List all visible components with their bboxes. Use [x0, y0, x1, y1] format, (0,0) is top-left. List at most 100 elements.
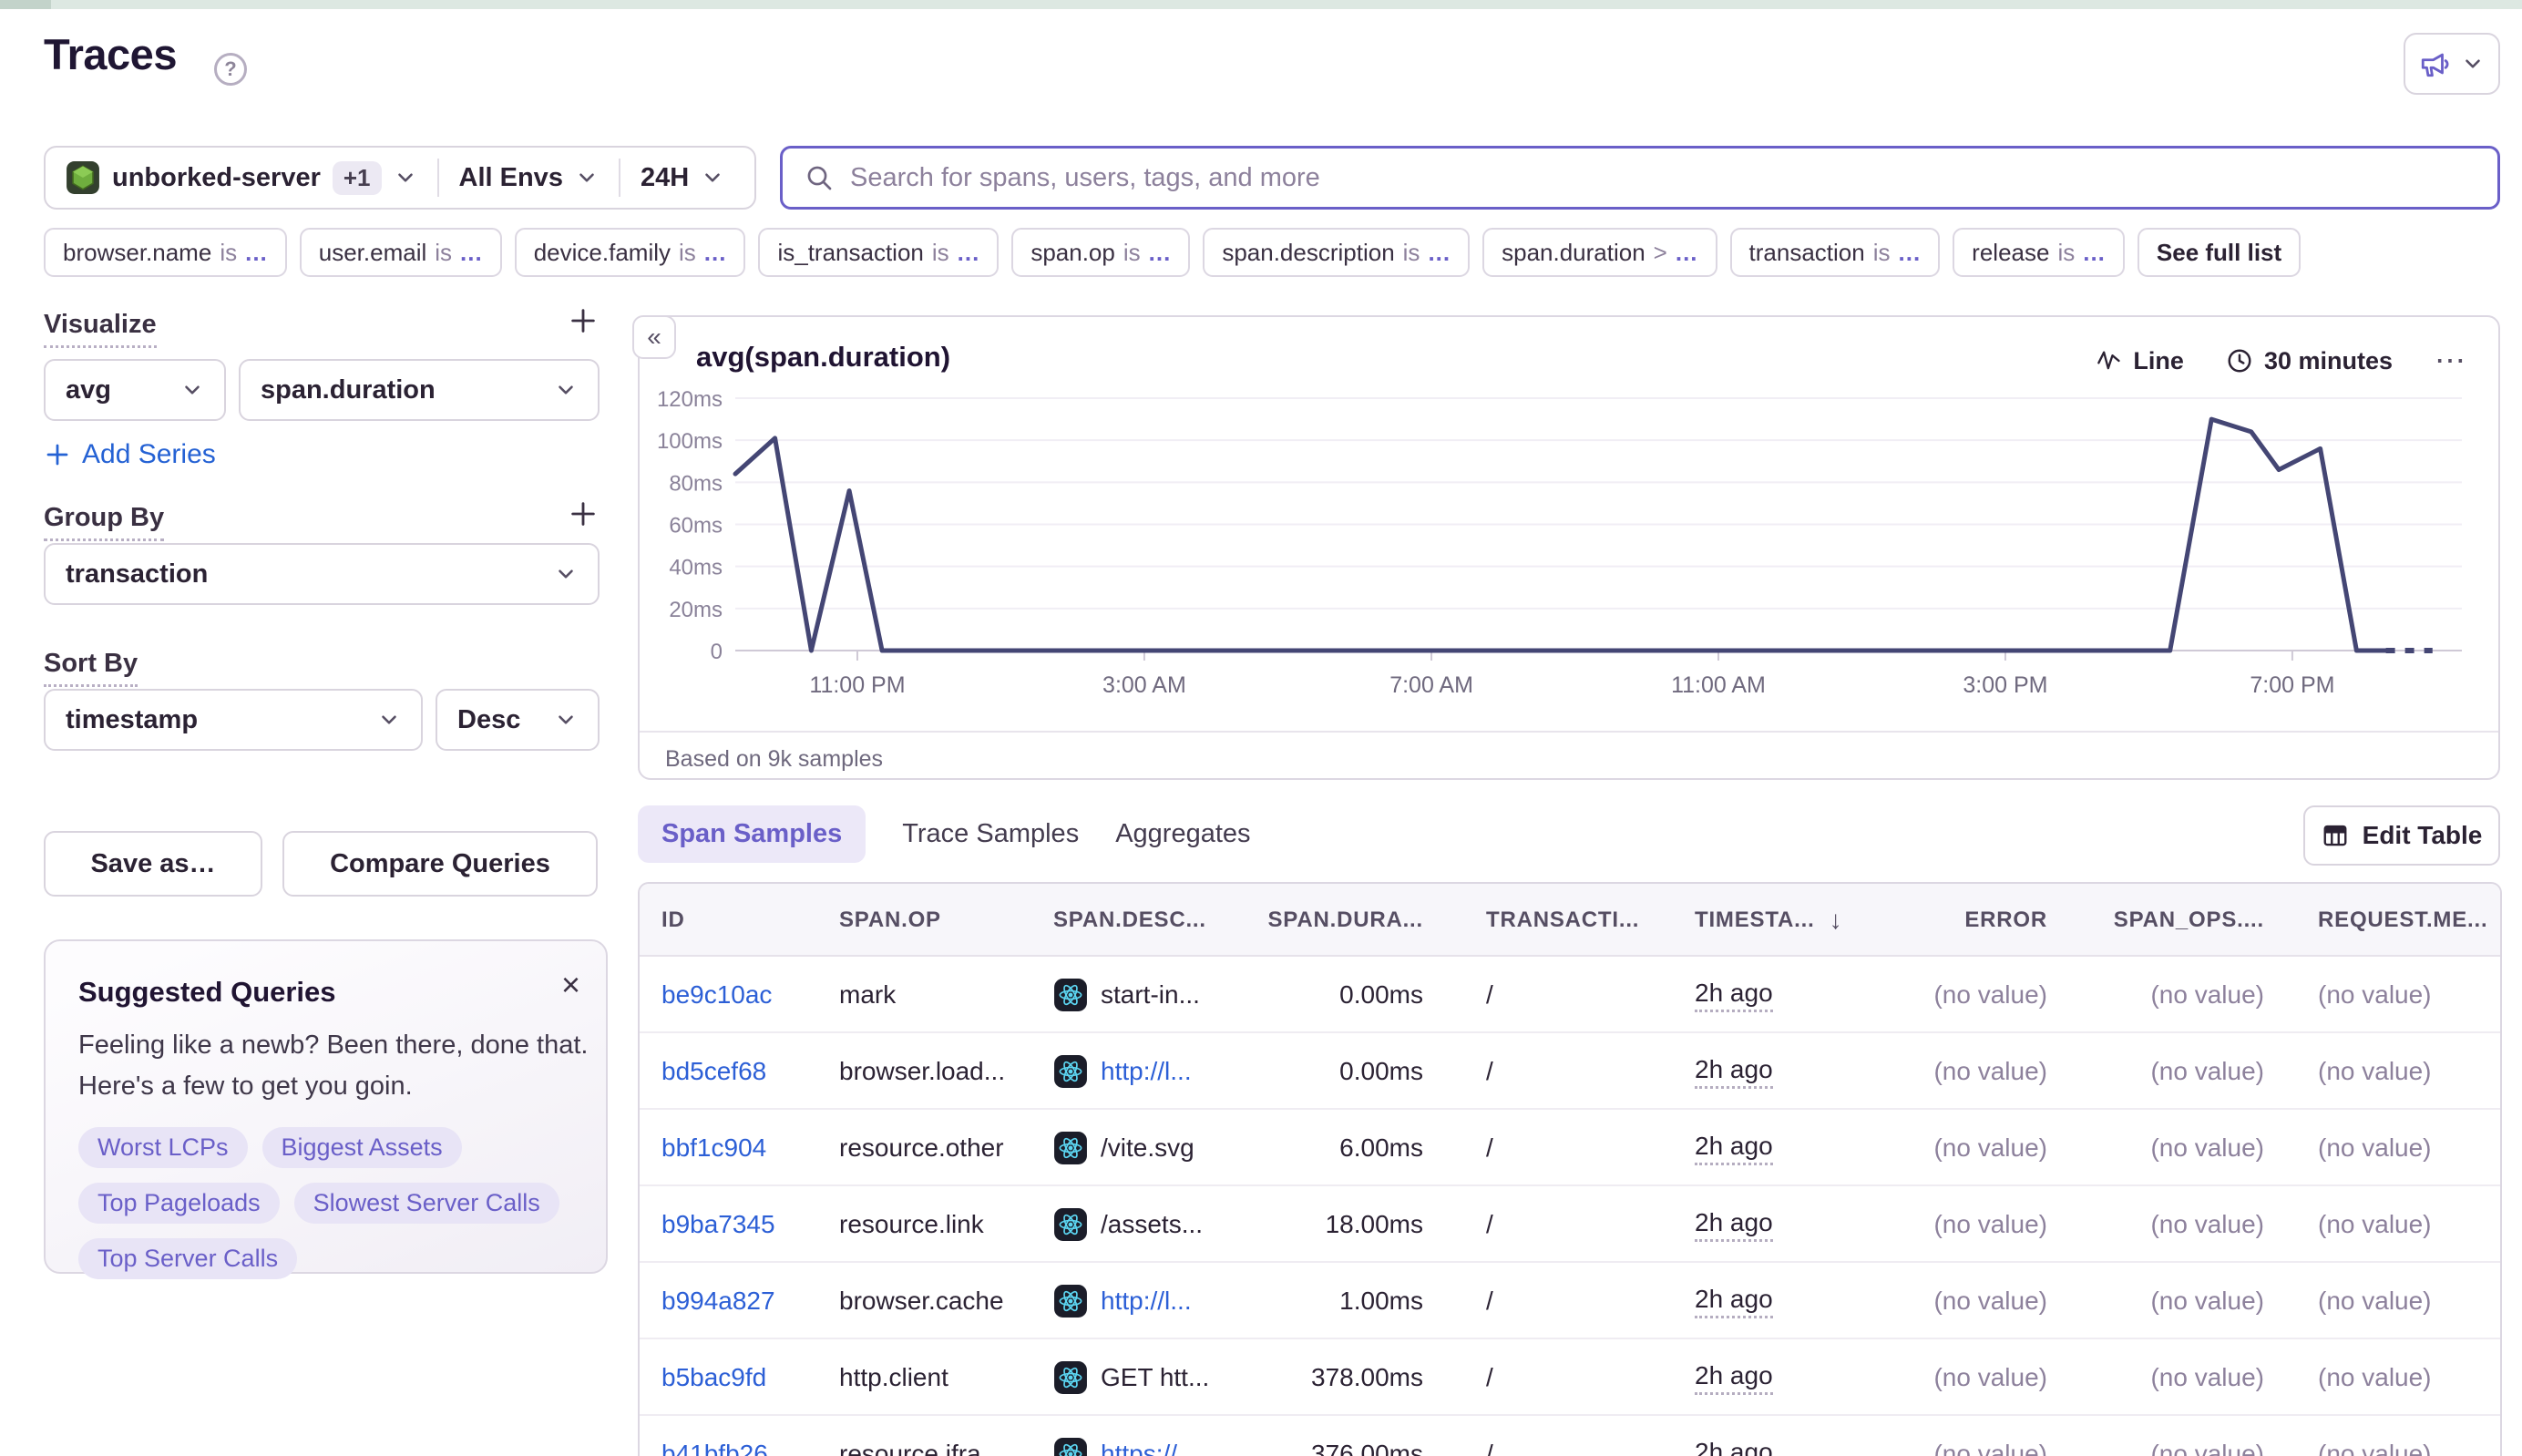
- filter-chip-release[interactable]: release is...: [1953, 228, 2125, 277]
- collapse-sidebar-button[interactable]: «: [632, 315, 676, 359]
- timestamp-value[interactable]: 2h ago: [1695, 1055, 1773, 1089]
- cell-id: b994a827: [661, 1263, 830, 1339]
- filter-chip-operator: is: [679, 238, 696, 266]
- filter-chip-value: ...: [957, 238, 980, 266]
- chart-interval-selector[interactable]: 30 minutes: [2226, 347, 2393, 375]
- compare-queries-button[interactable]: Compare Queries: [282, 831, 598, 897]
- tab-aggregates[interactable]: Aggregates: [1115, 805, 1250, 863]
- span-id-link[interactable]: b9ba7345: [661, 1210, 775, 1239]
- filter-chip-user.email[interactable]: user.email is...: [299, 228, 502, 277]
- span-id-link[interactable]: b5bac9fd: [661, 1363, 766, 1392]
- react-framework-icon: [1053, 1360, 1088, 1395]
- suggested-query-chip[interactable]: Top Server Calls: [78, 1238, 298, 1279]
- aggregate-select[interactable]: avg: [44, 359, 226, 421]
- span-description: GET htt...: [1101, 1363, 1210, 1391]
- chevron-down-icon: [554, 562, 578, 586]
- add-series-button[interactable]: Add Series: [44, 439, 216, 470]
- suggested-query-chips: Worst LCPs Biggest Assets Top Pageloads Slo…: [78, 1127, 581, 1279]
- timestamp-value[interactable]: 2h ago: [1695, 1285, 1773, 1318]
- span-description[interactable]: http://l...: [1101, 1057, 1192, 1086]
- filter-chip-device.family[interactable]: device.family is...: [514, 228, 746, 277]
- cell-span_ops: (no value): [2058, 1416, 2264, 1456]
- span-id-link[interactable]: be9c10ac: [661, 980, 772, 1010]
- sort-field-select[interactable]: timestamp: [44, 689, 423, 751]
- span-description[interactable]: http://l...: [1101, 1287, 1192, 1316]
- cell-duration: 0.00ms: [1205, 1033, 1423, 1110]
- suggested-query-chip[interactable]: Worst LCPs: [78, 1127, 248, 1168]
- timestamp-value[interactable]: 2h ago: [1695, 1208, 1773, 1242]
- span-id-link[interactable]: bd5cef68: [661, 1057, 766, 1086]
- search-input[interactable]: [850, 162, 2476, 193]
- timestamp-value[interactable]: 2h ago: [1695, 1438, 1773, 1456]
- os-top-strip: [0, 0, 2522, 9]
- series-line: [733, 416, 2389, 653]
- column-header-request_method[interactable]: REQUEST.ME...: [2318, 884, 2496, 957]
- search-bar: [780, 146, 2500, 210]
- ellipsis-glyph: ⋯: [2435, 343, 2467, 378]
- add-group-by-button[interactable]: [563, 494, 603, 534]
- megaphone-icon: [2419, 48, 2450, 79]
- help-icon[interactable]: ?: [214, 53, 247, 86]
- tab-trace-samples[interactable]: Trace Samples: [902, 805, 1079, 863]
- react-framework-icon: [1053, 1284, 1088, 1318]
- suggested-query-chip[interactable]: Slowest Server Calls: [293, 1183, 559, 1224]
- column-header-span_ops[interactable]: SPAN_OPS....: [2058, 884, 2264, 957]
- column-header-id[interactable]: ID: [661, 884, 830, 957]
- environment-selector[interactable]: All Envs: [459, 163, 599, 193]
- close-icon[interactable]: ×: [561, 969, 580, 1001]
- filter-chip-is_transaction[interactable]: is_transaction is...: [758, 228, 1000, 277]
- save-as-button[interactable]: Save as…: [44, 831, 262, 897]
- span-description[interactable]: https://...: [1101, 1440, 1198, 1456]
- cell-error: (no value): [1824, 1033, 2047, 1110]
- sort-direction-select[interactable]: Desc: [436, 689, 600, 751]
- cell-text-error: (no value): [1933, 980, 2047, 1009]
- filter-chip-transaction[interactable]: transaction is...: [1729, 228, 1941, 277]
- time-range-selector[interactable]: 24H: [641, 163, 724, 193]
- span-id-link[interactable]: b41bfb26: [661, 1440, 768, 1456]
- filter-chip-browser.name[interactable]: browser.name is...: [44, 228, 287, 277]
- table-row: bd5cef68 browser.load... http://l... 0.00ms…: [640, 1033, 2500, 1110]
- column-header-label: SPAN.DESC...: [1053, 907, 1206, 932]
- add-visualize-button[interactable]: [563, 301, 603, 341]
- x-axis-tick-label: 7:00 AM: [1389, 672, 1473, 698]
- timestamp-value[interactable]: 2h ago: [1695, 979, 1773, 1012]
- cell-text-span_ops: (no value): [2150, 1440, 2264, 1456]
- cell-text-transaction: /: [1486, 980, 1493, 1009]
- feedback-button[interactable]: [2404, 33, 2500, 95]
- tab-span-samples[interactable]: Span Samples: [638, 805, 866, 863]
- cell-text-span_ops: (no value): [2150, 1210, 2264, 1238]
- span-description: start-in...: [1101, 980, 1200, 1009]
- cell-text-transaction: /: [1486, 1287, 1493, 1315]
- x-axis-tick-label: 11:00 PM: [809, 672, 905, 698]
- filter-chip-span.duration[interactable]: span.duration >...: [1482, 228, 1717, 277]
- filter-chips: browser.name is... user.email is... device.f…: [44, 228, 2125, 277]
- y-axis-tick-label: 40ms: [669, 556, 723, 580]
- suggested-query-chip[interactable]: Top Pageloads: [78, 1183, 280, 1224]
- filter-chip-span.description[interactable]: span.description is...: [1203, 228, 1471, 277]
- filter-chip-span.op[interactable]: span.op is...: [1011, 228, 1191, 277]
- cell-text-span_op: resource.link: [839, 1210, 984, 1238]
- cell-duration: 18.00ms: [1205, 1186, 1423, 1263]
- cell-request_method: (no value): [2318, 1186, 2496, 1263]
- table-row: be9c10ac mark start-in... 0.00ms / 2h ago (no …: [640, 957, 2500, 1033]
- edit-table-button[interactable]: Edit Table: [2303, 805, 2500, 866]
- visualize-field-select[interactable]: span.duration: [239, 359, 600, 421]
- table-row: b5bac9fd http.client GET htt... 378.00ms / 2h…: [640, 1339, 2500, 1416]
- timestamp-value[interactable]: 2h ago: [1695, 1132, 1773, 1165]
- column-header-transaction[interactable]: TRANSACTI...: [1486, 884, 1677, 957]
- chart-type-toggle[interactable]: Line: [2097, 347, 2184, 375]
- chart-menu-button[interactable]: ⋯: [2435, 343, 2467, 379]
- column-header-error[interactable]: ERROR: [1824, 884, 2047, 957]
- chevron-down-icon: [2461, 52, 2485, 76]
- cell-span_ops: (no value): [2058, 1186, 2264, 1263]
- span-id-link[interactable]: bbf1c904: [661, 1133, 766, 1163]
- suggested-query-chip[interactable]: Biggest Assets: [261, 1127, 462, 1168]
- timestamp-value[interactable]: 2h ago: [1695, 1361, 1773, 1395]
- span-id-link[interactable]: b994a827: [661, 1287, 775, 1316]
- column-header-duration[interactable]: SPAN.DURA...: [1205, 884, 1423, 957]
- column-header-span_op[interactable]: SPAN.OP: [839, 884, 1044, 957]
- group-by-select[interactable]: transaction: [44, 543, 600, 605]
- see-full-list-button[interactable]: See full list: [2137, 228, 2302, 277]
- project-extra-count: +1: [332, 160, 382, 195]
- project-selector[interactable]: unborked-server +1: [66, 160, 417, 195]
